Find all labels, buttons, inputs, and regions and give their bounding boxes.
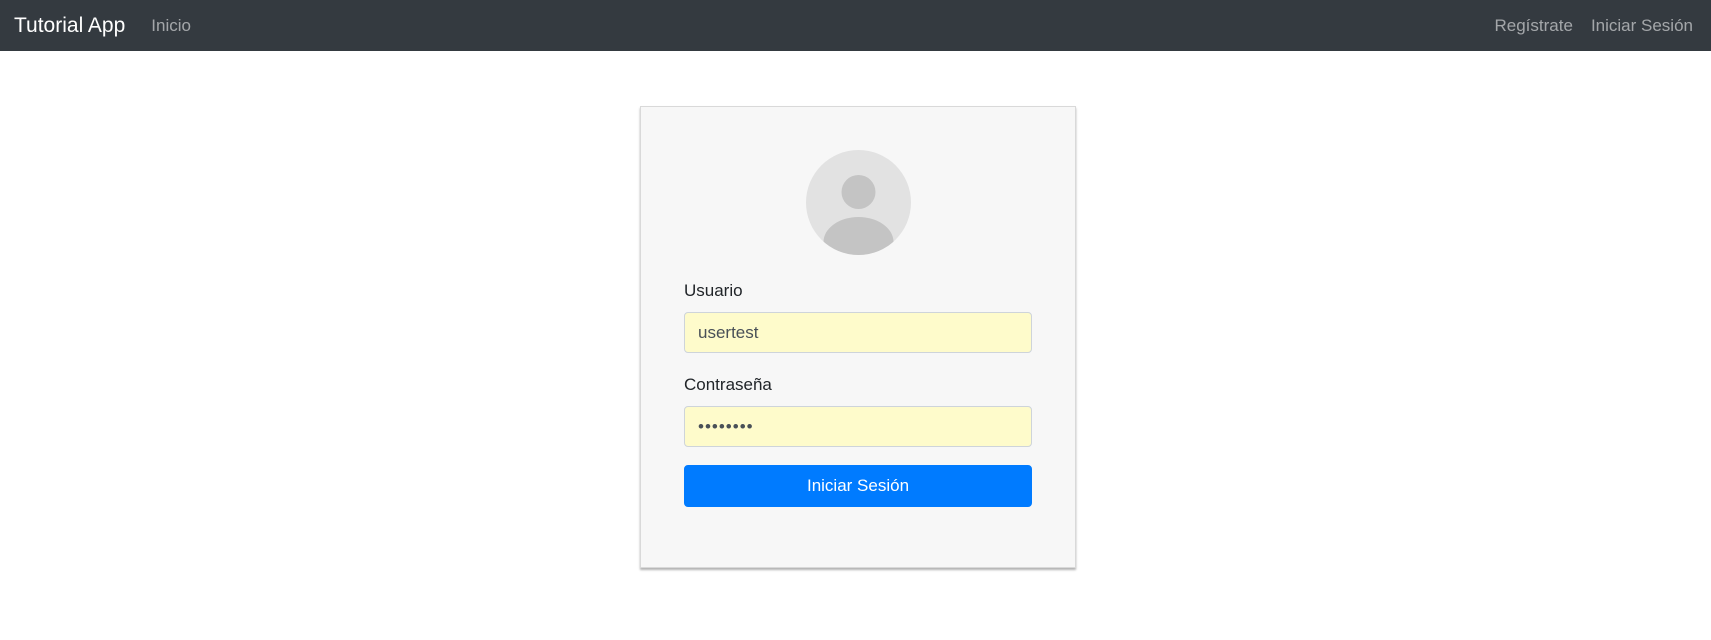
nav-link-inicio[interactable]: Inicio (151, 17, 191, 34)
navbar-left: Tutorial App Inicio (14, 15, 191, 36)
nav-link-iniciar-sesion[interactable]: Iniciar Sesión (1591, 17, 1693, 34)
username-input[interactable] (684, 312, 1032, 353)
avatar-silhouette-icon (823, 175, 894, 255)
password-input[interactable] (684, 406, 1032, 447)
nav-link-registrate[interactable]: Regístrate (1495, 17, 1573, 34)
username-label: Usuario (684, 281, 743, 300)
brand-link[interactable]: Tutorial App (14, 15, 125, 36)
password-label: Contraseña (684, 375, 772, 394)
navbar-right: Regístrate Iniciar Sesión (1495, 17, 1694, 34)
login-card: Usuario Contraseña Iniciar Sesión (640, 106, 1076, 568)
top-navbar: Tutorial App Inicio Regístrate Iniciar S… (0, 0, 1711, 51)
login-submit-button[interactable]: Iniciar Sesión (684, 465, 1032, 507)
user-avatar-icon (806, 150, 911, 255)
